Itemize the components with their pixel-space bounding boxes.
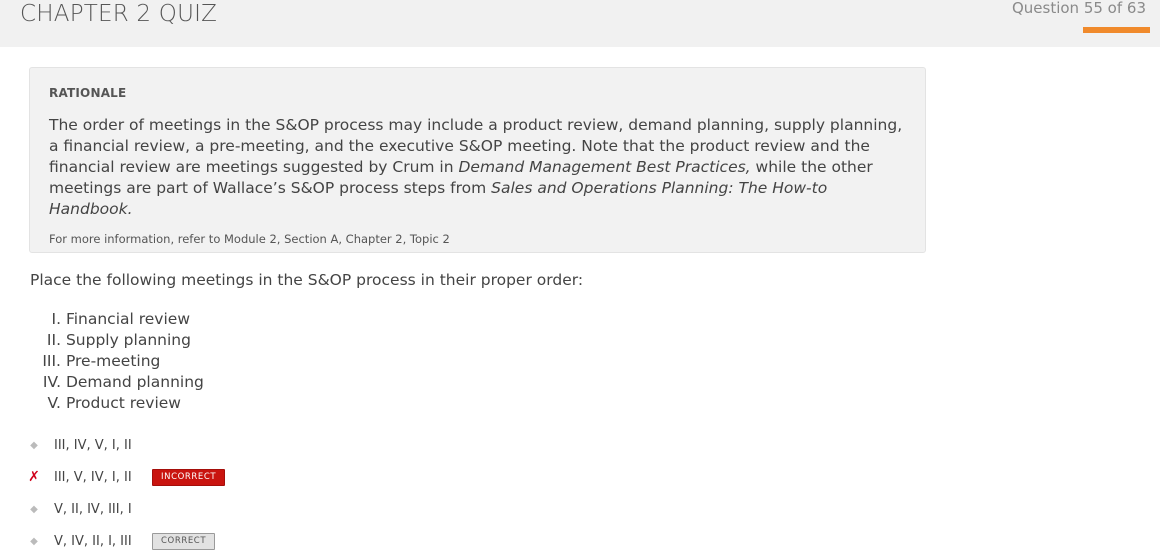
list-item: III. Pre-meeting <box>38 351 204 372</box>
list-item-number: V. <box>47 394 61 412</box>
list-item: I. Financial review <box>38 309 204 330</box>
question-counter: Question 55 of 63 <box>1011 0 1146 17</box>
answer-option-3[interactable]: ◆ V, II, IV, III, I <box>28 493 628 525</box>
rationale-reference: For more information, refer to Module 2,… <box>49 232 450 246</box>
list-item-text: Demand planning <box>65 373 204 391</box>
answer-option-2[interactable]: ✗ III, V, IV, I, II INCORRECT <box>28 461 628 493</box>
list-item-number: I. <box>51 310 62 328</box>
answer-option-text: III, IV, V, I, II <box>54 437 132 453</box>
answer-option-4[interactable]: ◆ V, IV, II, I, III CORRECT <box>28 525 628 557</box>
list-item-text: Product review <box>65 394 181 412</box>
answer-option-text: III, V, IV, I, II <box>54 469 132 485</box>
quiz-header: CHAPTER 2 QUIZ Question 55 of 63 <box>0 0 1160 47</box>
page-title: CHAPTER 2 QUIZ <box>20 1 218 27</box>
answer-option-text: V, II, IV, III, I <box>54 501 132 517</box>
list-item-number: III. <box>42 352 61 370</box>
question-prompt: Place the following meetings in the S&OP… <box>30 271 584 289</box>
rationale-text: The order of meetings in the S&OP proces… <box>49 115 909 220</box>
list-item: V. Product review <box>38 393 204 414</box>
diamond-bullet-icon: ◆ <box>30 503 38 515</box>
diamond-bullet-icon: ◆ <box>30 535 38 547</box>
progress-bar <box>1083 27 1160 33</box>
list-item: IV. Demand planning <box>38 372 204 393</box>
answer-option-1[interactable]: ◆ III, IV, V, I, II <box>28 429 628 461</box>
list-item-text: Supply planning <box>65 331 191 349</box>
list-item-text: Financial review <box>65 310 190 328</box>
list-item-number: II. <box>46 331 61 349</box>
correct-badge: CORRECT <box>152 532 216 550</box>
rationale-panel: RATIONALE The order of meetings in the S… <box>29 67 926 253</box>
diamond-bullet-icon: ◆ <box>30 439 38 451</box>
answer-option-text: V, IV, II, I, III <box>54 533 132 549</box>
progress-bar-fill <box>1083 27 1151 33</box>
meeting-list: I. Financial review II. Supply planning … <box>38 309 204 414</box>
incorrect-x-icon: ✗ <box>28 469 40 485</box>
rationale-heading: RATIONALE <box>49 86 127 100</box>
list-item-number: IV. <box>42 373 61 391</box>
list-item-text: Pre-meeting <box>65 352 161 370</box>
list-item: II. Supply planning <box>38 330 204 351</box>
rationale-citation: Demand Management Best Practices, <box>458 158 751 176</box>
incorrect-badge: INCORRECT <box>152 468 226 486</box>
answer-options: ◆ III, IV, V, I, II ✗ III, V, IV, I, II … <box>28 429 628 557</box>
